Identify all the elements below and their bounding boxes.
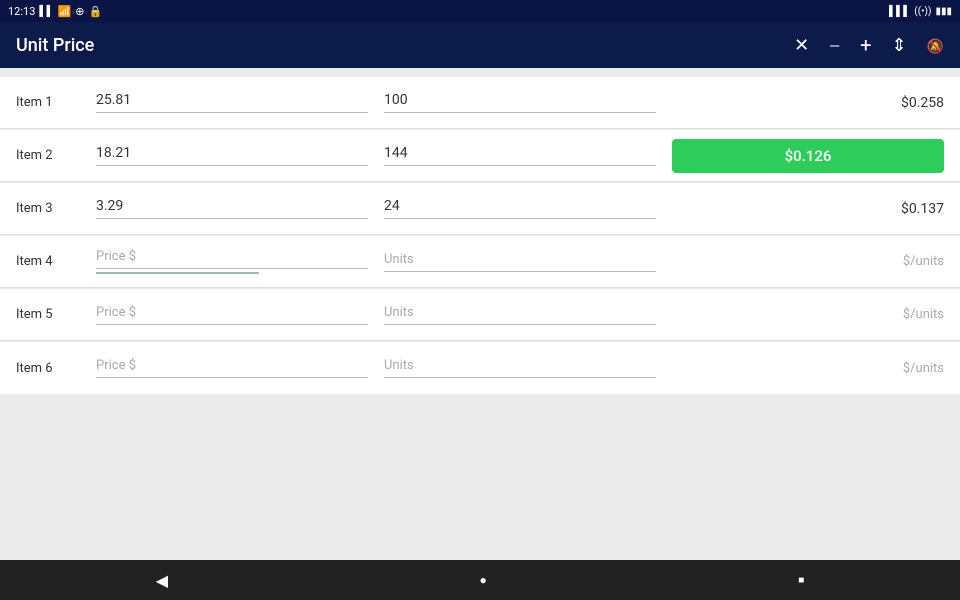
- price-underline-item4: [96, 268, 368, 269]
- price-placeholder-item4: Price $: [96, 249, 136, 264]
- units-value-item3: 24: [384, 198, 400, 214]
- minimize-icon[interactable]: [829, 35, 840, 56]
- row-label-item1: Item 1: [16, 95, 96, 110]
- notifications-off-icon[interactable]: [927, 35, 944, 56]
- units-value-item1: 100: [384, 92, 408, 108]
- price-underline-item6: [96, 377, 368, 378]
- table-row: Item 33.29 24 $0.137: [0, 183, 960, 235]
- sim-icon: ▌▌: [39, 6, 53, 17]
- result-col-item3: $0.137: [672, 201, 944, 217]
- units-underline-item1: [384, 112, 656, 113]
- table-row: Item 6Price $ Units $/units: [0, 342, 960, 394]
- back-button[interactable]: ◀: [156, 571, 168, 590]
- wifi-icon: 📶: [58, 5, 72, 18]
- price-value-item3: 3.29: [96, 198, 123, 214]
- status-time: 12:13: [8, 5, 35, 18]
- units-underline-item6: [384, 377, 656, 378]
- price-underline-item1: [96, 112, 368, 113]
- price-col-item3[interactable]: 3.29: [96, 198, 384, 219]
- resize-icon[interactable]: [891, 35, 906, 56]
- result-placeholder-item6: $/units: [903, 361, 944, 376]
- table-row: Item 4Price $ Units $/units: [0, 236, 960, 288]
- units-col-item5[interactable]: Units: [384, 305, 672, 325]
- table-row: Item 218.21 144 $0.126: [0, 130, 960, 182]
- price-col-item1[interactable]: 25.81: [96, 92, 384, 113]
- price-progress-item4: [96, 272, 259, 274]
- result-col-item6: $/units: [672, 361, 944, 376]
- units-col-item2[interactable]: 144: [384, 145, 672, 166]
- units-col-item6[interactable]: Units: [384, 358, 672, 378]
- price-placeholder-item6: Price $: [96, 358, 136, 373]
- lock-icon: 🔒: [89, 5, 103, 18]
- price-col-item5[interactable]: Price $: [96, 305, 384, 325]
- recents-button[interactable]: ■: [798, 575, 804, 586]
- result-placeholder-item4: $/units: [903, 254, 944, 269]
- title-bar-actions: [794, 33, 944, 57]
- bottom-navigation: ◀ ● ■: [0, 560, 960, 600]
- units-col-item4[interactable]: Units: [384, 252, 672, 272]
- table-row: Item 5Price $ Units $/units: [0, 289, 960, 341]
- gps-icon: ⊕: [75, 5, 84, 18]
- units-underline-item3: [384, 218, 656, 219]
- battery-icon: ▮▮▮: [935, 6, 952, 17]
- units-value-item2: 144: [384, 145, 408, 161]
- row-label-item5: Item 5: [16, 307, 96, 322]
- row-label-item6: Item 6: [16, 361, 96, 376]
- row-label-item4: Item 4: [16, 254, 96, 269]
- price-col-item2[interactable]: 18.21: [96, 145, 384, 166]
- units-placeholder-item4: Units: [384, 252, 414, 267]
- result-placeholder-item5: $/units: [903, 307, 944, 322]
- page-title: Unit Price: [16, 35, 94, 56]
- wifi-strength-icon: ((•)): [914, 6, 931, 17]
- title-bar: Unit Price: [0, 22, 960, 68]
- price-col-item6[interactable]: Price $: [96, 358, 384, 378]
- result-col-item1: $0.258: [672, 95, 944, 111]
- result-value-item3: $0.137: [901, 201, 944, 217]
- price-col-item4[interactable]: Price $: [96, 249, 384, 274]
- units-underline-item4: [384, 271, 656, 272]
- result-col-item4: $/units: [672, 254, 944, 269]
- table-row: Item 125.81 100 $0.258: [0, 77, 960, 129]
- units-col-item3[interactable]: 24: [384, 198, 672, 219]
- units-placeholder-item6: Units: [384, 358, 414, 373]
- close-icon[interactable]: [794, 35, 809, 56]
- units-col-item1[interactable]: 100: [384, 92, 672, 113]
- price-placeholder-item5: Price $: [96, 305, 136, 320]
- price-underline-item3: [96, 218, 368, 219]
- row-label-item2: Item 2: [16, 148, 96, 163]
- units-placeholder-item5: Units: [384, 305, 414, 320]
- signal-icon: ▌▌▌: [889, 6, 910, 17]
- result-col-item5: $/units: [672, 307, 944, 322]
- status-bar: 12:13 ▌▌ 📶 ⊕ 🔒 ▌▌▌ ((•)) ▮▮▮: [0, 0, 960, 22]
- main-content: Item 125.81 100 $0.258 Item 218.21 144 $0.126…: [0, 68, 960, 560]
- price-underline-item2: [96, 165, 368, 166]
- units-underline-item5: [384, 324, 656, 325]
- price-underline-item5: [96, 324, 368, 325]
- price-value-item2: 18.21: [96, 145, 131, 161]
- home-button[interactable]: ●: [479, 573, 486, 587]
- row-label-item3: Item 3: [16, 201, 96, 216]
- status-bar-right: ▌▌▌ ((•)) ▮▮▮: [889, 6, 952, 17]
- status-bar-left: 12:13 ▌▌ 📶 ⊕ 🔒: [8, 5, 102, 18]
- result-value-item1: $0.258: [901, 95, 944, 111]
- add-icon[interactable]: [860, 33, 871, 57]
- units-underline-item2: [384, 165, 656, 166]
- result-col-item2: $0.126: [672, 139, 944, 173]
- price-value-item1: 25.81: [96, 92, 131, 108]
- result-highlighted-item2: $0.126: [672, 139, 944, 173]
